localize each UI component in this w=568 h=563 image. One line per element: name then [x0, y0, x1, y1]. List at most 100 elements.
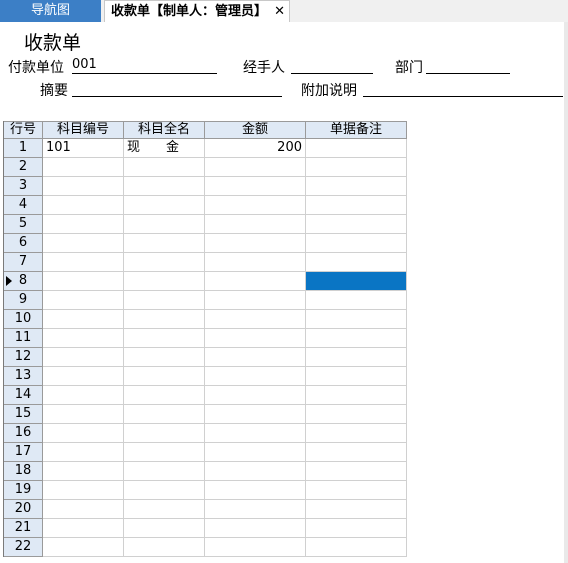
account-code-cell[interactable]	[43, 329, 124, 348]
account-name-cell[interactable]	[124, 253, 205, 272]
col-header-row-no[interactable]: 行号	[4, 121, 43, 139]
row-number[interactable]: 2	[4, 158, 43, 177]
row-number[interactable]: 6	[4, 234, 43, 253]
amount-cell[interactable]	[205, 443, 306, 462]
row-number[interactable]: 7	[4, 253, 43, 272]
amount-cell[interactable]	[205, 424, 306, 443]
account-name-cell[interactable]: 现 金	[124, 139, 205, 158]
account-code-cell[interactable]	[43, 443, 124, 462]
account-name-cell[interactable]	[124, 348, 205, 367]
row-number[interactable]: 16	[4, 424, 43, 443]
remark-cell[interactable]	[306, 234, 407, 253]
table-row[interactable]: 9	[4, 291, 407, 310]
table-row[interactable]: 19	[4, 481, 407, 500]
account-code-cell[interactable]	[43, 405, 124, 424]
amount-cell[interactable]	[205, 500, 306, 519]
table-row[interactable]: 4	[4, 196, 407, 215]
table-row[interactable]: 12	[4, 348, 407, 367]
table-row[interactable]: 21	[4, 519, 407, 538]
dept-field[interactable]	[426, 57, 510, 74]
account-code-cell[interactable]	[43, 386, 124, 405]
amount-cell[interactable]	[205, 310, 306, 329]
table-row[interactable]: 15	[4, 405, 407, 424]
account-name-cell[interactable]	[124, 538, 205, 557]
account-code-cell[interactable]	[43, 348, 124, 367]
account-code-cell[interactable]	[43, 253, 124, 272]
remark-cell[interactable]	[306, 348, 407, 367]
row-number[interactable]: 9	[4, 291, 43, 310]
remark-cell[interactable]	[306, 367, 407, 386]
account-code-cell[interactable]: 101	[43, 139, 124, 158]
row-number[interactable]: 8	[4, 272, 43, 291]
account-name-cell[interactable]	[124, 158, 205, 177]
row-number[interactable]: 19	[4, 481, 43, 500]
row-number[interactable]: 1	[4, 139, 43, 158]
remark-cell[interactable]	[306, 481, 407, 500]
account-name-cell[interactable]	[124, 519, 205, 538]
account-name-cell[interactable]	[124, 462, 205, 481]
remark-cell[interactable]	[306, 177, 407, 196]
account-name-cell[interactable]	[124, 234, 205, 253]
table-row[interactable]: 2	[4, 158, 407, 177]
account-code-cell[interactable]	[43, 519, 124, 538]
col-header-amount[interactable]: 金额	[205, 121, 306, 139]
col-header-account-code[interactable]: 科目编号	[43, 121, 124, 139]
row-number[interactable]: 14	[4, 386, 43, 405]
table-row[interactable]: 1 101 现 金 200	[4, 139, 407, 158]
remark-cell[interactable]	[306, 310, 407, 329]
account-code-cell[interactable]	[43, 215, 124, 234]
remark-cell[interactable]	[306, 386, 407, 405]
remark-cell[interactable]	[306, 329, 407, 348]
summary-field[interactable]	[72, 80, 282, 97]
account-name-cell[interactable]	[124, 386, 205, 405]
account-code-cell[interactable]	[43, 158, 124, 177]
amount-cell[interactable]	[205, 272, 306, 291]
account-code-cell[interactable]	[43, 538, 124, 557]
table-row[interactable]: 8	[4, 272, 407, 291]
amount-cell[interactable]	[205, 462, 306, 481]
table-row[interactable]: 7	[4, 253, 407, 272]
amount-cell[interactable]	[205, 329, 306, 348]
account-code-cell[interactable]	[43, 462, 124, 481]
amount-cell[interactable]	[205, 158, 306, 177]
row-number[interactable]: 21	[4, 519, 43, 538]
account-code-cell[interactable]	[43, 196, 124, 215]
table-row[interactable]: 10	[4, 310, 407, 329]
table-row[interactable]: 11	[4, 329, 407, 348]
note-field[interactable]	[363, 80, 563, 97]
remark-cell[interactable]	[306, 291, 407, 310]
account-name-cell[interactable]	[124, 405, 205, 424]
amount-cell[interactable]	[205, 519, 306, 538]
remark-cell[interactable]	[306, 405, 407, 424]
remark-cell[interactable]	[306, 196, 407, 215]
account-name-cell[interactable]	[124, 215, 205, 234]
table-row[interactable]: 3	[4, 177, 407, 196]
row-number[interactable]: 3	[4, 177, 43, 196]
account-code-cell[interactable]	[43, 291, 124, 310]
row-number[interactable]: 20	[4, 500, 43, 519]
close-icon[interactable]: ✕	[274, 1, 285, 23]
account-code-cell[interactable]	[43, 424, 124, 443]
table-row[interactable]: 16	[4, 424, 407, 443]
row-number[interactable]: 13	[4, 367, 43, 386]
row-number[interactable]: 12	[4, 348, 43, 367]
table-row[interactable]: 5	[4, 215, 407, 234]
account-name-cell[interactable]	[124, 329, 205, 348]
account-name-cell[interactable]	[124, 196, 205, 215]
account-name-cell[interactable]	[124, 291, 205, 310]
remark-cell[interactable]	[306, 158, 407, 177]
amount-cell[interactable]	[205, 291, 306, 310]
payer-field[interactable]: 001	[72, 57, 217, 74]
account-code-cell[interactable]	[43, 177, 124, 196]
account-code-cell[interactable]	[43, 500, 124, 519]
table-row[interactable]: 17	[4, 443, 407, 462]
account-code-cell[interactable]	[43, 310, 124, 329]
table-row[interactable]: 6	[4, 234, 407, 253]
remark-cell[interactable]	[306, 139, 407, 158]
account-name-cell[interactable]	[124, 177, 205, 196]
col-header-account-name[interactable]: 科目全名	[124, 121, 205, 139]
amount-cell[interactable]	[205, 405, 306, 424]
amount-cell[interactable]	[205, 196, 306, 215]
remark-cell[interactable]	[306, 272, 407, 291]
remark-cell[interactable]	[306, 424, 407, 443]
